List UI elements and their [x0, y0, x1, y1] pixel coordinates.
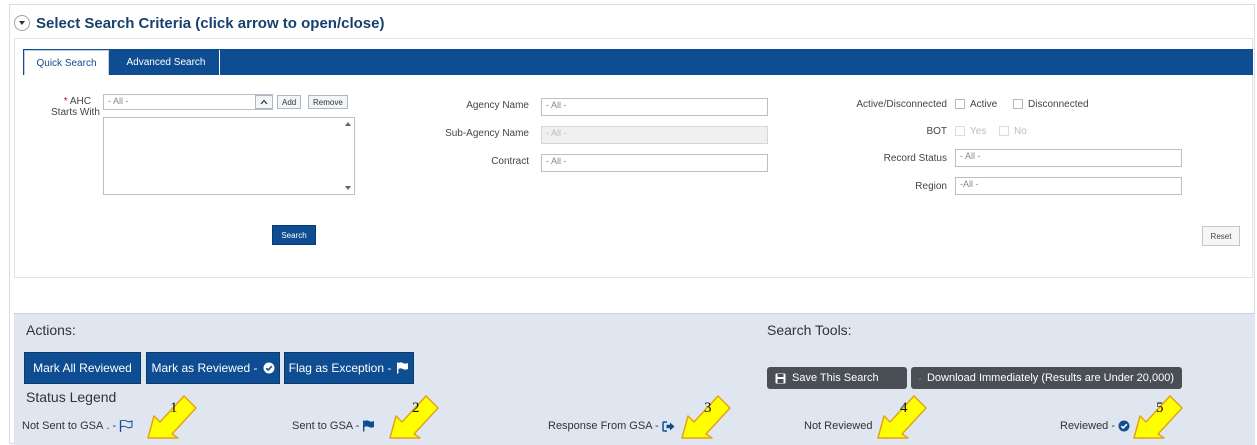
contract-label: Contract	[491, 156, 529, 167]
disconnected-checkbox-label: Disconnected	[1028, 99, 1089, 110]
sign-out-icon	[661, 420, 675, 432]
ahc-label-line1: AHC	[69, 96, 91, 107]
tab-advanced-search[interactable]: Advanced Search	[113, 50, 220, 75]
record-status-input[interactable]: - All -	[955, 149, 1182, 167]
scroll-up-icon[interactable]	[345, 122, 351, 126]
active-disconnected-label: Active/Disconnected	[856, 99, 947, 110]
solid-flag-icon	[363, 420, 375, 432]
legend-not-reviewed: Not Reviewed	[804, 420, 872, 432]
tab-quick-search[interactable]: Quick Search	[24, 50, 109, 75]
ahc-label: * AHC Starts With	[51, 96, 100, 118]
search-tools-title: Search Tools:	[767, 322, 852, 338]
actions-title: Actions:	[26, 322, 76, 338]
callout-number-3: 3	[704, 400, 712, 416]
collapse-arrow-icon[interactable]	[14, 15, 30, 31]
mark-all-reviewed-label: Mark All Reviewed	[33, 361, 132, 375]
save-search-label: Save This Search	[792, 372, 879, 384]
status-legend-title: Status Legend	[26, 389, 117, 405]
bot-yes-checkbox	[955, 126, 965, 136]
chevron-up-icon[interactable]	[255, 95, 273, 109]
record-status-label: Record Status	[883, 153, 947, 164]
download-button[interactable]: Download Immediately (Results are Under …	[911, 367, 1182, 389]
disconnected-checkbox[interactable]	[1013, 99, 1023, 109]
legend-sent-label: Sent to GSA -	[292, 420, 360, 432]
sub-agency-name-input: - All -	[541, 126, 768, 144]
flag-as-exception-button[interactable]: Flag as Exception -	[284, 352, 414, 384]
mark-as-reviewed-label: Mark as Reviewed -	[151, 361, 258, 375]
legend-reviewed: Reviewed -	[1060, 420, 1130, 432]
legend-not-sent-separator: . -	[106, 420, 117, 432]
callout-number-2: 2	[412, 400, 420, 416]
region-label: Region	[915, 181, 947, 192]
callout-number-4: 4	[900, 400, 908, 416]
download-icon	[919, 377, 921, 379]
criteria-header[interactable]: Select Search Criteria (click arrow to o…	[14, 12, 384, 34]
legend-not-sent-label: Not Sent to GSA	[22, 420, 104, 432]
save-search-button[interactable]: Save This Search	[767, 367, 907, 389]
active-checkbox-label: Active	[970, 99, 998, 110]
bot-label: BOT	[926, 126, 947, 137]
save-icon	[775, 373, 786, 383]
outline-flag-icon	[119, 420, 133, 432]
legend-reviewed-label: Reviewed -	[1060, 420, 1116, 432]
sub-agency-name-label: Sub-Agency Name	[445, 128, 529, 139]
bot-yes-label: Yes	[970, 126, 987, 137]
remove-button[interactable]: Remove	[308, 95, 348, 109]
contract-input[interactable]: - All -	[541, 154, 768, 172]
legend-not-sent: Not Sent to GSA . -	[22, 420, 133, 432]
add-button[interactable]: Add	[277, 95, 302, 109]
criteria-title: Select Search Criteria (click arrow to o…	[36, 14, 385, 32]
legend-sent: Sent to GSA -	[292, 420, 375, 432]
ahc-label-line2: Starts With	[51, 107, 100, 118]
bot-no-checkbox	[999, 126, 1009, 136]
legend-response: Response From GSA -	[548, 420, 675, 432]
agency-name-input[interactable]: - All -	[541, 98, 768, 116]
reset-button[interactable]: Reset	[1202, 226, 1240, 246]
legend-not-reviewed-label: Not Reviewed	[804, 420, 873, 432]
active-checkbox[interactable]	[955, 99, 965, 109]
ahc-input[interactable]: - All -	[103, 94, 273, 110]
agency-name-label: Agency Name	[466, 100, 529, 111]
check-circle-icon	[1118, 420, 1130, 432]
callout-number-5: 5	[1156, 400, 1164, 416]
scroll-down-icon[interactable]	[345, 186, 351, 190]
ahc-listbox[interactable]	[103, 117, 355, 195]
check-circle-icon	[263, 362, 275, 374]
tab-bar: Quick Search Advanced Search	[23, 49, 1253, 75]
callout-number-1: 1	[170, 400, 178, 416]
region-input[interactable]: -All -	[955, 177, 1182, 195]
mark-as-reviewed-button[interactable]: Mark as Reviewed -	[146, 352, 280, 384]
bot-no-label: No	[1014, 126, 1027, 137]
flag-as-exception-label: Flag as Exception -	[288, 361, 392, 375]
required-marker: *	[63, 96, 68, 107]
search-button[interactable]: Search	[272, 225, 316, 245]
flag-icon	[397, 362, 409, 374]
download-label: Download Immediately (Results are Under …	[926, 372, 1174, 384]
mark-all-reviewed-button[interactable]: Mark All Reviewed	[24, 352, 141, 384]
search-panel: Quick Search Advanced Search * AHC Start…	[14, 38, 1253, 278]
legend-response-label: Response From GSA -	[548, 420, 659, 432]
